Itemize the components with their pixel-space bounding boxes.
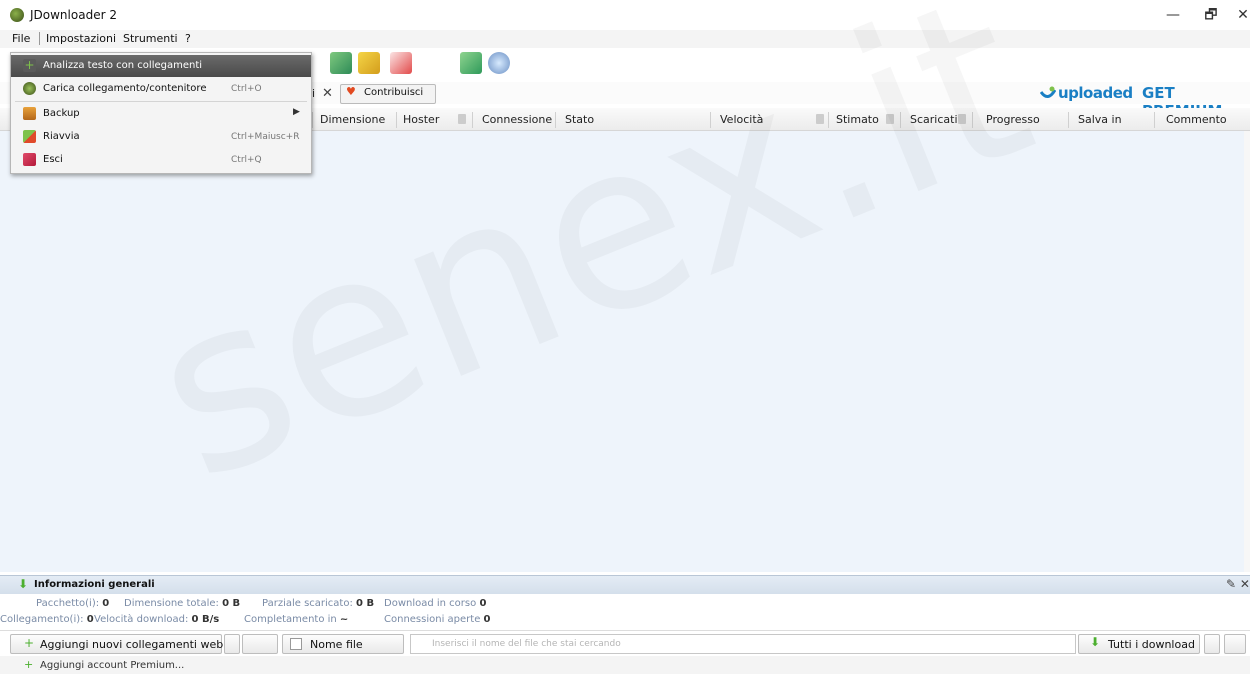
tab-partial-label[interactable]: i — [312, 87, 315, 100]
column-divider — [1154, 112, 1155, 128]
stat-download-in-corso: Download in corso 0 — [384, 598, 487, 609]
all-downloads-dropdown[interactable] — [1204, 634, 1220, 654]
close-button[interactable]: ✕ — [1228, 4, 1250, 26]
menu-separator — [15, 101, 307, 102]
minimize-button[interactable]: — — [1158, 4, 1188, 26]
uploaded-logo-icon — [1040, 86, 1056, 98]
menu-help[interactable]: ? — [185, 32, 191, 45]
add-premium-account-link[interactable]: Aggiungi account Premium... — [40, 660, 184, 671]
menu-divider — [39, 32, 40, 45]
jdownloader-logo-icon — [10, 8, 24, 22]
add-links-dropdown[interactable] — [224, 634, 240, 654]
menu-item-riavvia[interactable]: Riavvia Ctrl+Maiusc+R — [11, 126, 311, 148]
brand-name[interactable]: uploaded — [1058, 84, 1133, 102]
heart-icon: ♥ — [346, 85, 356, 98]
menu-item-label: Backup — [43, 108, 80, 119]
info-panel-header — [0, 575, 1250, 594]
column-divider — [312, 112, 313, 128]
stat-velocita-download: Velocità download: 0 B/s — [94, 614, 220, 625]
panel-tools-icon[interactable]: ✎ ✕ — [1226, 577, 1250, 591]
menu-impostazioni[interactable]: Impostazioni — [46, 32, 116, 45]
menu-item-backup[interactable]: Backup ▶ — [11, 103, 311, 125]
column-dimensione[interactable]: Dimensione — [320, 113, 385, 126]
download-arrow-icon: ⬇ — [1090, 635, 1101, 649]
menu-item-label: Analizza testo con collegamenti — [43, 60, 203, 71]
menu-item-analizza-testo[interactable]: + Analizza testo con collegamenti — [11, 55, 311, 77]
title-bar — [0, 0, 1250, 30]
filename-label: Nome file — [310, 638, 363, 651]
clipboard-icon[interactable] — [358, 52, 380, 74]
refresh-icon[interactable] — [330, 52, 352, 74]
search-placeholder: Inserisci il nome del file che stai cerc… — [432, 639, 621, 649]
column-hoster[interactable]: Hoster — [403, 113, 439, 126]
bottom-divider — [0, 630, 1250, 631]
menu-item-label: Riavvia — [43, 131, 80, 142]
exit-icon — [23, 153, 36, 166]
restart-icon — [23, 130, 36, 143]
info-panel-title: Informazioni generali — [34, 579, 155, 590]
stat-connessioni-aperte: Connessioni aperte 0 — [384, 614, 491, 625]
stat-collegamenti: Collegamento(i): 0 — [0, 614, 94, 625]
stat-completamento: Completamento in ~ — [244, 614, 349, 625]
file-menu-dropdown: + Analizza testo con collegamenti Carica… — [10, 52, 312, 174]
submenu-arrow-icon: ▶ — [293, 107, 300, 117]
menu-item-shortcut: Ctrl+Q — [231, 155, 262, 165]
backup-icon — [23, 107, 36, 120]
stat-dimensione-totale: Dimensione totale: 0 B — [124, 598, 241, 609]
menu-item-label: Esci — [43, 154, 63, 165]
menu-item-shortcut: Ctrl+Maiusc+R — [231, 132, 300, 142]
column-commento[interactable]: Commento — [1166, 113, 1227, 126]
menu-strumenti[interactable]: Strumenti — [123, 32, 178, 45]
view-options-button[interactable] — [242, 634, 278, 654]
menu-item-shortcut: Ctrl+O — [231, 84, 262, 94]
menu-file[interactable]: File — [12, 32, 30, 45]
column-divider — [472, 112, 473, 128]
menu-item-carica-collegamento[interactable]: Carica collegamento/contenitore Ctrl+O — [11, 78, 311, 100]
stat-parziale-scaricato: Parziale scaricato: 0 B — [262, 598, 375, 609]
status-bar — [0, 656, 1250, 674]
settings-tool-button[interactable] — [1224, 634, 1246, 654]
tab-close-icon[interactable]: ✕ — [322, 86, 333, 101]
add-links-icon: + — [23, 58, 36, 72]
all-downloads-label: Tutti i download — [1108, 638, 1195, 651]
column-divider — [1068, 112, 1069, 128]
maximize-button[interactable]: 🗗 — [1196, 4, 1226, 26]
vertical-scrollbar[interactable] — [1244, 131, 1250, 572]
info-arrow-icon: ⬇ — [18, 577, 29, 591]
menu-item-esci[interactable]: Esci Ctrl+Q — [11, 149, 311, 171]
lock-icon — [458, 114, 466, 124]
add-links-label: Aggiungi nuovi collegamenti web... — [40, 638, 234, 651]
clear-list-icon[interactable] — [390, 52, 412, 74]
reconnect-icon[interactable] — [488, 52, 510, 74]
add-icon: + — [24, 636, 35, 650]
contribute-label: Contribuisci — [364, 87, 424, 98]
menu-item-label: Carica collegamento/contenitore — [43, 83, 207, 94]
column-divider — [396, 112, 397, 128]
stat-pacchetti: Pacchetto(i): 0 — [36, 598, 110, 609]
column-salva-in[interactable]: Salva in — [1078, 113, 1122, 126]
window-title: JDownloader 2 — [30, 8, 117, 22]
add-premium-icon: + — [24, 658, 34, 671]
checkbox-icon — [290, 638, 302, 650]
container-icon — [23, 82, 36, 95]
update-icon[interactable] — [460, 52, 482, 74]
